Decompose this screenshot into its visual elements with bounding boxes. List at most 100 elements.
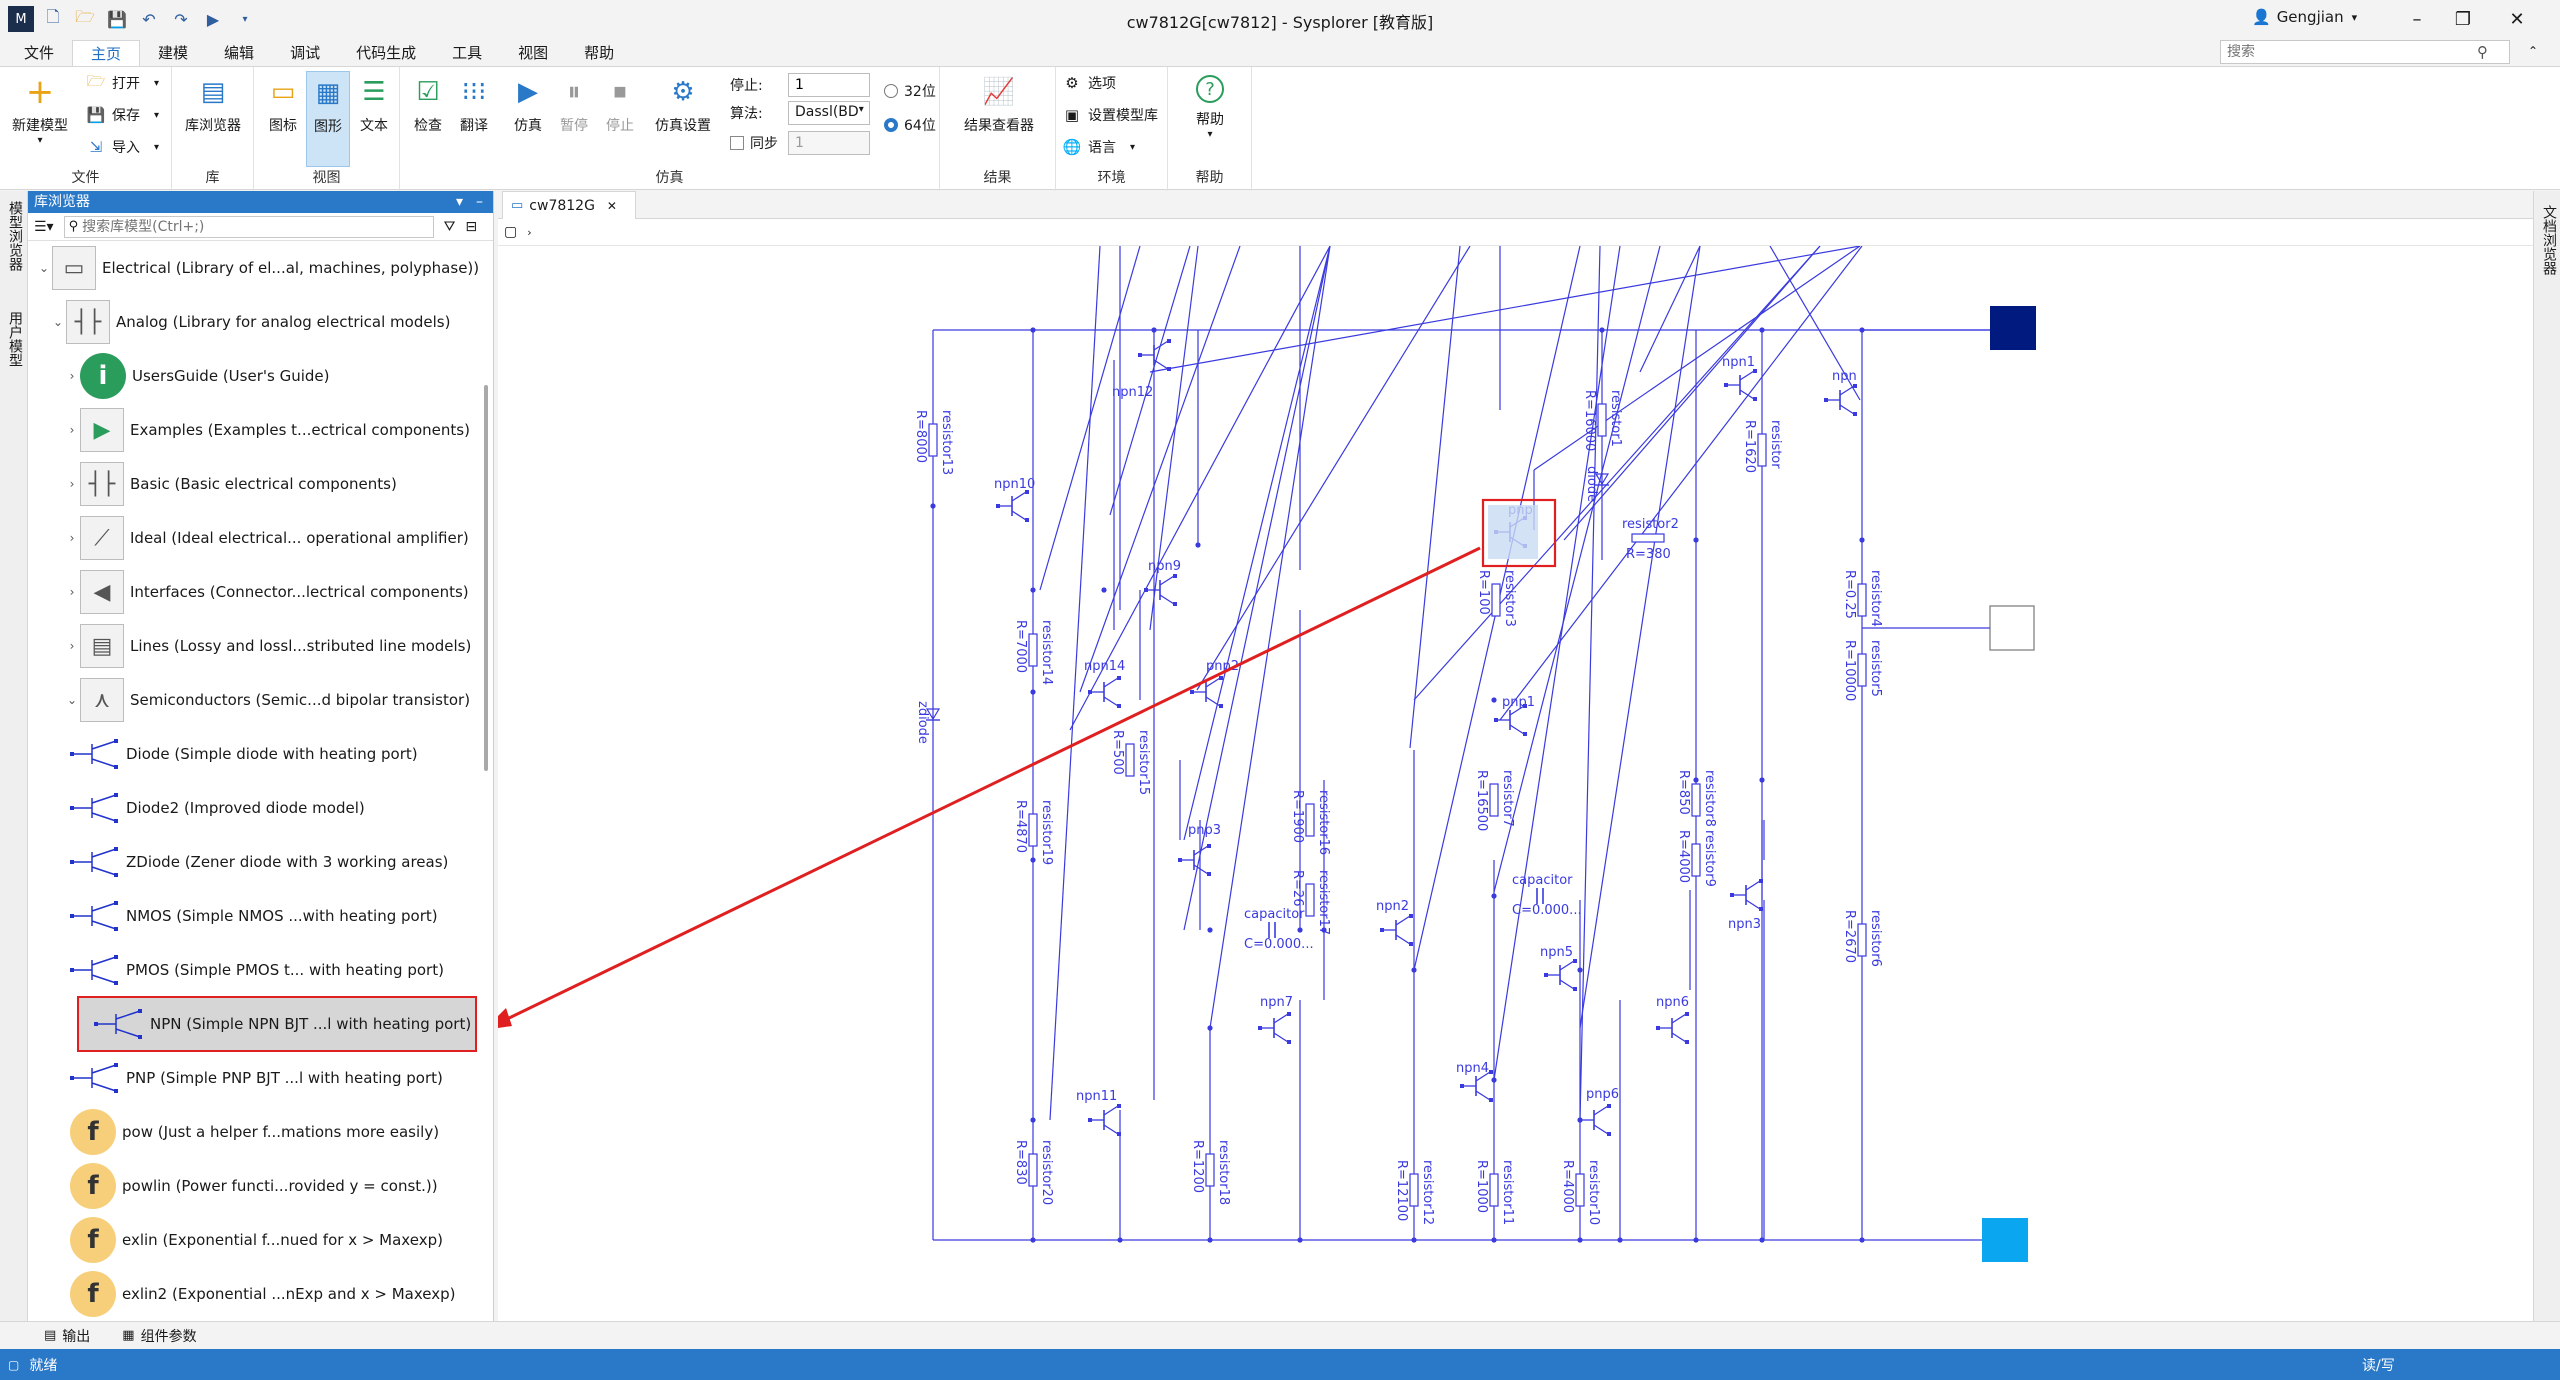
resistor-value[interactable]: R=1000 <box>1474 1160 1489 1213</box>
resistor-value[interactable]: R=26 <box>1290 870 1305 906</box>
resistor-label[interactable]: resistor6 <box>1868 910 1883 967</box>
resistor-label[interactable]: resistor10 <box>1586 1160 1601 1225</box>
junction[interactable] <box>1859 327 1865 333</box>
run-icon[interactable]: ▶ <box>200 6 226 32</box>
junction[interactable] <box>1759 1237 1765 1243</box>
model-browser-tab[interactable]: 模型浏览器 <box>5 201 25 271</box>
resistor[interactable] <box>1691 843 1701 877</box>
pause-button[interactable]: ⏸ 暂停 <box>552 75 596 135</box>
capacitor-value[interactable]: C=0.000... <box>1244 937 1314 952</box>
ribbon-collapse-icon[interactable]: ⌃ <box>2528 44 2538 58</box>
junction[interactable] <box>1693 537 1699 543</box>
junction[interactable] <box>1030 587 1036 593</box>
resistor[interactable] <box>1857 653 1867 687</box>
resistor-value[interactable]: R=0.25 <box>1842 570 1857 619</box>
junction[interactable] <box>1030 689 1036 695</box>
maximize-button[interactable]: ❐ <box>2440 4 2486 34</box>
resistor-label[interactable]: resistor8 <box>1702 770 1717 827</box>
junction[interactable] <box>1491 1237 1497 1243</box>
resistor[interactable] <box>1028 633 1038 667</box>
text-view-button[interactable]: ☰ 文本 <box>352 75 396 135</box>
transistor-label[interactable]: npn12 <box>1112 385 1153 400</box>
menu-modeling[interactable]: 建模 <box>140 40 206 66</box>
resistor[interactable] <box>1575 1173 1585 1207</box>
resistor-value[interactable]: R=830 <box>1013 1140 1028 1185</box>
filter-icon[interactable]: ⛛ <box>444 219 456 235</box>
wire[interactable] <box>1183 245 1331 841</box>
result-viewer-button[interactable]: 📈 结果查看器 <box>958 75 1040 135</box>
resistor-label[interactable]: resistor17 <box>1316 870 1331 935</box>
import-button[interactable]: ⇲ 导入 ▾ <box>86 137 159 157</box>
menu-codegen[interactable]: 代码生成 <box>338 40 434 66</box>
resistor-label[interactable]: resistor13 <box>939 410 954 475</box>
chevron-right-icon[interactable]: › <box>64 369 80 383</box>
resistor[interactable] <box>1489 1173 1499 1207</box>
close-icon[interactable]: ✕ <box>607 199 617 213</box>
resistor-label[interactable]: resistor4 <box>1868 570 1883 627</box>
menu-view[interactable]: 视图 <box>500 40 566 66</box>
capacitor-value[interactable]: C=0.000... <box>1512 903 1582 918</box>
stop-time-input[interactable] <box>788 73 870 97</box>
library-search-input[interactable] <box>82 218 403 235</box>
tree-item[interactable]: ⌄ ⋏ Semiconductors (Semic...d bipolar tran… <box>28 673 486 727</box>
resistor[interactable] <box>1631 533 1665 543</box>
transistor[interactable] <box>1144 574 1177 606</box>
resistor-value[interactable]: R=2670 <box>1842 910 1857 963</box>
wire[interactable] <box>1109 245 1191 516</box>
chevron-right-icon[interactable]: › <box>64 423 80 437</box>
resistor-value[interactable]: R=16500 <box>1474 770 1489 831</box>
junction[interactable] <box>1030 1117 1036 1123</box>
collapse-all-icon[interactable]: ⊟ <box>465 219 477 235</box>
options-button[interactable]: ⚙ 选项 <box>1062 73 1116 93</box>
resistor-label[interactable]: resistor9 <box>1702 830 1717 887</box>
transistor[interactable] <box>1258 1012 1291 1044</box>
transistor[interactable] <box>1544 959 1577 991</box>
resistor-label[interactable]: resistor16 <box>1316 790 1331 855</box>
transistor-label[interactable]: pnp1 <box>1502 695 1535 710</box>
tree-item[interactable]: › ┤├ Basic (Basic electrical components) <box>28 457 486 511</box>
tree-item[interactable]: f exlin2 (Exponential ...nExp and x > Max… <box>28 1267 486 1321</box>
check-button[interactable]: ☑ 检查 <box>406 75 450 135</box>
resistor[interactable] <box>1857 923 1867 957</box>
resistor[interactable] <box>928 423 938 457</box>
save-button[interactable]: 💾 保存 ▾ <box>86 105 159 125</box>
user-menu[interactable]: 👤 Gengjian ▾ <box>2252 8 2357 26</box>
sync-input[interactable] <box>788 131 870 155</box>
tree-item[interactable]: f exlin (Exponential f...nued for x > Max… <box>28 1213 486 1267</box>
algorithm-select[interactable]: Dassl(BD ▾ <box>788 101 870 125</box>
resistor[interactable] <box>1125 743 1135 777</box>
tree-item[interactable]: Diode2 (Improved diode model) <box>28 781 486 835</box>
minimize-button[interactable]: – <box>2394 4 2440 34</box>
transistor[interactable] <box>1380 914 1413 946</box>
icon-view-button[interactable]: ▭ 图标 <box>262 75 304 135</box>
resistor-value[interactable]: R=850 <box>1676 770 1691 815</box>
junction[interactable] <box>1491 697 1497 703</box>
diode-label[interactable]: zdiode <box>915 701 930 744</box>
resistor-value[interactable]: R=16000 <box>1582 390 1597 451</box>
transistor-label[interactable]: pnp6 <box>1586 1087 1619 1102</box>
junction[interactable] <box>1030 1237 1036 1243</box>
junction[interactable] <box>1030 327 1036 333</box>
chevron-right-icon[interactable]: › <box>64 639 80 653</box>
redo-icon[interactable]: ↷ <box>168 6 194 32</box>
junction[interactable] <box>1577 1237 1583 1243</box>
junction[interactable] <box>1491 1077 1497 1083</box>
menu-file[interactable]: 文件 <box>6 40 72 66</box>
wire[interactable] <box>1149 245 1861 373</box>
model-root-icon[interactable]: ▢ <box>504 224 517 240</box>
transistor-label[interactable]: npn7 <box>1260 995 1293 1010</box>
tree-scrollbar[interactable] <box>484 385 488 771</box>
junction[interactable] <box>1117 1237 1123 1243</box>
resistor-label[interactable]: resistor2 <box>1622 517 1679 532</box>
undo-icon[interactable]: ↶ <box>136 6 162 32</box>
set-model-lib-button[interactable]: ▣ 设置模型库 <box>1062 105 1158 125</box>
resistor[interactable] <box>1305 803 1315 837</box>
diode-label[interactable]: diode <box>1584 466 1599 502</box>
transistor-label[interactable]: npn <box>1832 369 1857 384</box>
quick-access-dropdown-icon[interactable]: ▾ <box>232 6 258 32</box>
output-tab[interactable]: 输出 <box>62 1326 90 1346</box>
transistor[interactable] <box>1730 879 1763 911</box>
resistor-value[interactable]: R=1620 <box>1742 420 1757 473</box>
resistor[interactable] <box>1757 433 1767 467</box>
translate-button[interactable]: ⁝⁝⁝ 翻译 <box>452 75 496 135</box>
